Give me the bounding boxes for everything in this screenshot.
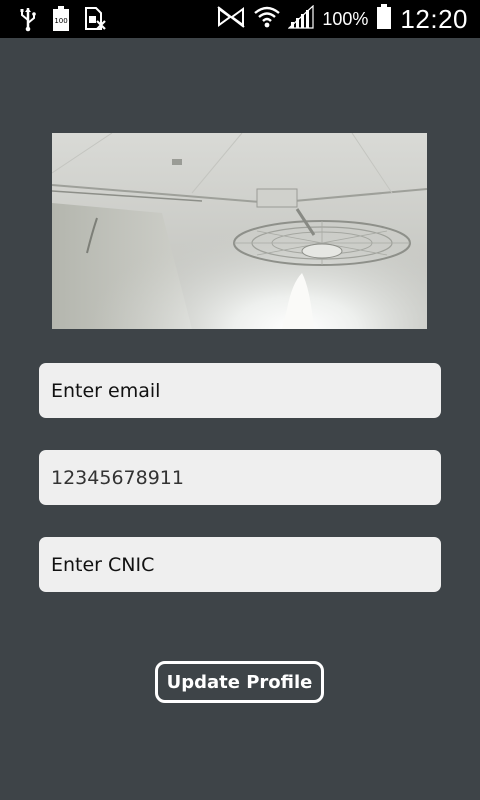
wifi-icon — [254, 5, 281, 33]
usb-icon — [18, 6, 38, 36]
signal-icon — [287, 4, 314, 33]
profile-photo[interactable] — [52, 133, 427, 329]
status-left-icons: 100 — [18, 6, 106, 36]
battery-icon — [376, 4, 392, 34]
battery-percent: 100% — [322, 8, 369, 29]
no-sim-icon — [84, 6, 106, 36]
clock: 12:20 — [400, 3, 468, 34]
battery-saver-icon: 100 — [52, 6, 70, 36]
status-right-icons: 100% 12:20 — [216, 0, 468, 38]
email-field[interactable]: Enter email — [39, 363, 441, 418]
status-bar: 100 100% 12:20 — [0, 0, 480, 38]
phone-field[interactable]: 12345678911 — [39, 450, 441, 505]
update-profile-button[interactable]: Update Profile — [155, 661, 324, 703]
mute-icon — [216, 5, 246, 33]
svg-text:100: 100 — [54, 17, 67, 25]
cnic-field[interactable]: Enter CNIC — [39, 537, 441, 592]
